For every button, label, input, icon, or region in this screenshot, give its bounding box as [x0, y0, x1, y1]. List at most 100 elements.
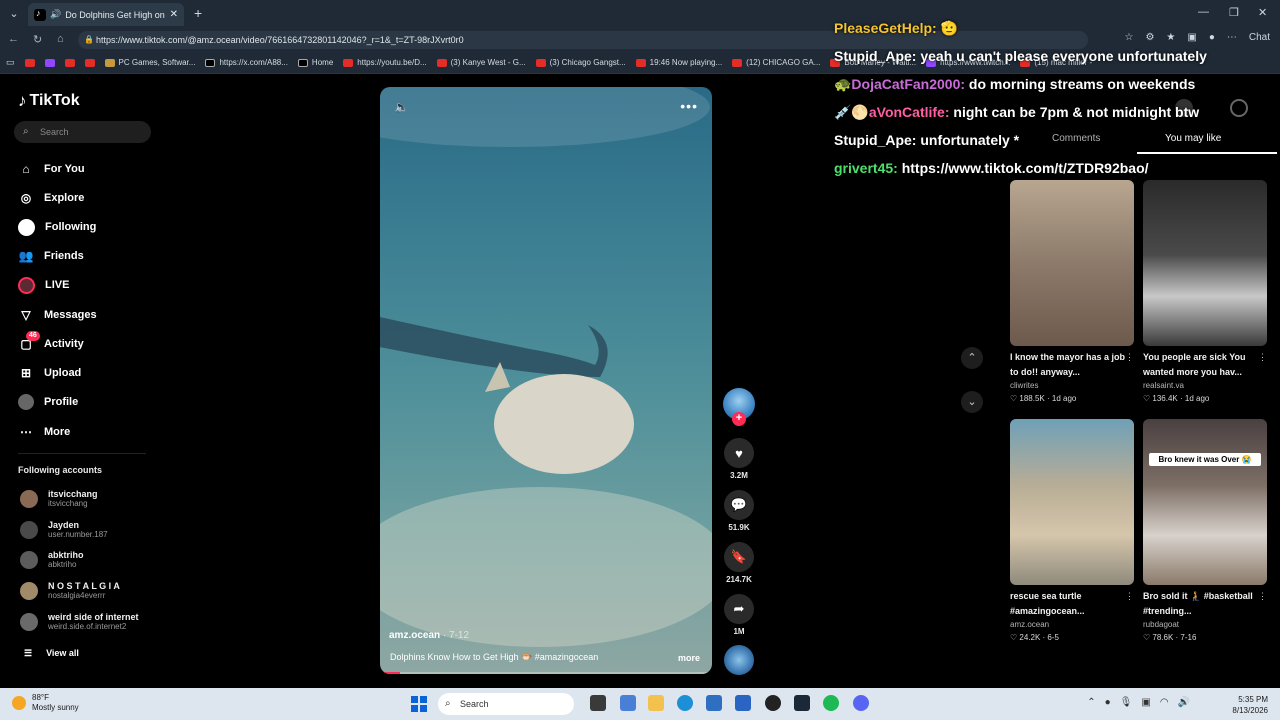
- mic-icon[interactable]: 🎙: [1120, 697, 1133, 708]
- refresh-icon[interactable]: ↻: [33, 33, 42, 46]
- bookmark-item[interactable]: (12) CHICAGO GA...: [732, 58, 820, 67]
- bookmark-item[interactable]: https://x.com/A88...: [205, 58, 288, 67]
- video-player[interactable]: 🔈 ••• amz.ocean · 7-12 Dolphins Know How…: [380, 87, 712, 674]
- home-icon[interactable]: ⌂: [57, 33, 64, 45]
- edge-browser-icon[interactable]: [677, 695, 693, 711]
- recommended-video[interactable]: You people are sick You wanted more you …: [1143, 180, 1267, 406]
- file-explorer-icon[interactable]: [648, 695, 664, 711]
- caption-more-button[interactable]: more: [678, 653, 700, 663]
- steam-app-icon[interactable]: [794, 695, 810, 711]
- bookmark-item[interactable]: (3) Chicago Gangst...: [535, 58, 626, 67]
- recommended-user[interactable]: cliwrites: [1010, 380, 1134, 392]
- video-progress-bar[interactable]: [380, 672, 712, 674]
- recommended-title[interactable]: You people are sick You wanted more you …: [1143, 350, 1267, 380]
- account-handle: itsvicchang: [48, 499, 88, 508]
- chat-message: Stupid_Ape: yeah u can't please everyone…: [834, 42, 1280, 70]
- tray-overflow-icon[interactable]: ⌃: [1087, 697, 1095, 708]
- video-thumbnail[interactable]: Bro knew it was Over 😭: [1143, 419, 1267, 585]
- kebab-menu-icon[interactable]: ⋮: [1258, 352, 1267, 363]
- kebab-menu-icon[interactable]: ⋮: [1125, 352, 1134, 363]
- photos-app-icon[interactable]: [620, 695, 636, 711]
- close-tab-icon[interactable]: ✕: [170, 9, 178, 20]
- heart-icon[interactable]: ♥: [724, 438, 754, 468]
- kebab-menu-icon[interactable]: ⋮: [1125, 591, 1134, 602]
- recommended-video[interactable]: rescue sea turtle #amazingocean... amz.oc…: [1010, 419, 1134, 645]
- video-author-line[interactable]: amz.ocean · 7-12: [389, 630, 469, 641]
- chat-username: PleaseGetHelp:: [834, 20, 937, 36]
- recommended-title[interactable]: Bro sold it 🧎 #basketball #trending...: [1143, 589, 1267, 619]
- taskbar-clock[interactable]: 5:35 PM 8/13/2026: [1232, 694, 1268, 716]
- account-handle: nostalgia4everrr: [48, 591, 106, 600]
- wifi-icon[interactable]: ◠: [1160, 697, 1169, 708]
- kebab-menu-icon[interactable]: ⋮: [1258, 591, 1267, 602]
- bookmark-item[interactable]: PC Games, Softwar...: [104, 58, 195, 67]
- volume-icon[interactable]: 🔈: [394, 100, 409, 114]
- recommended-title[interactable]: I know the mayor has a job to do!! anywa…: [1010, 350, 1134, 380]
- view-all-button[interactable]: ☰ View all: [24, 648, 79, 659]
- sidebar-item-for-you[interactable]: ⌂ For You: [18, 159, 84, 179]
- tray-app2-icon[interactable]: ▣: [1141, 697, 1150, 708]
- windows-start-icon[interactable]: [411, 696, 427, 712]
- video-thumbnail[interactable]: [1143, 180, 1267, 346]
- bookmark-item[interactable]: [24, 58, 35, 67]
- follow-plus-icon[interactable]: +: [732, 412, 746, 426]
- recommended-video[interactable]: I know the mayor has a job to do!! anywa…: [1010, 180, 1134, 406]
- following-account[interactable]: Jayden user.number.187: [20, 520, 108, 539]
- tab-actions-icon[interactable]: ⌄: [6, 6, 22, 22]
- store-app-icon[interactable]: [706, 695, 722, 711]
- weather-widget[interactable]: 88°F Mostly sunny: [12, 693, 79, 713]
- recommended-title[interactable]: rescue sea turtle #amazingocean...: [1010, 589, 1134, 619]
- video-thumbnail[interactable]: [1010, 419, 1134, 585]
- share-icon[interactable]: ➦: [724, 594, 754, 624]
- speaker-icon[interactable]: 🔊: [1178, 697, 1190, 708]
- music-disc-icon[interactable]: [724, 645, 754, 675]
- following-account[interactable]: weird side of internet weird.side.of.inte…: [20, 612, 139, 631]
- spotify-app-icon[interactable]: [823, 695, 839, 711]
- recommended-video[interactable]: Bro knew it was Over 😭 Bro sold it 🧎 #bas…: [1143, 419, 1267, 645]
- recommended-user[interactable]: amz.ocean: [1010, 619, 1134, 631]
- following-account[interactable]: N O S T A L G I Anostalgia4everrr: [20, 581, 120, 600]
- audio-playing-icon[interactable]: 🔊: [50, 9, 61, 20]
- browser-tab[interactable]: 🔊 Do Dolphins Get High on Puf ✕: [28, 3, 184, 26]
- following-account[interactable]: itsvicchang itsvicchang: [20, 489, 98, 508]
- sidebar-item-profile[interactable]: Profile: [18, 392, 78, 412]
- recommended-user[interactable]: realsaint.va: [1143, 380, 1267, 392]
- discord-app-icon[interactable]: [853, 695, 869, 711]
- following-account[interactable]: abktriho abktriho: [20, 550, 84, 569]
- bookmark-item[interactable]: [84, 58, 95, 67]
- video-thumbnail[interactable]: [1010, 180, 1134, 346]
- mail-app-icon[interactable]: [735, 695, 751, 711]
- recommended-user[interactable]: rubdagoat: [1143, 619, 1267, 631]
- sidebar-item-following[interactable]: Following: [18, 217, 96, 237]
- sidebar-item-explore[interactable]: ◎ Explore: [18, 188, 85, 208]
- tray-app-icon[interactable]: ●: [1105, 697, 1111, 708]
- bookmark-item[interactable]: (3) Kanye West - G...: [436, 58, 526, 67]
- next-video-icon[interactable]: ⌄: [961, 391, 983, 413]
- sidebar-item-friends[interactable]: 👥 Friends: [18, 246, 84, 266]
- obs-app-icon[interactable]: [765, 695, 781, 711]
- bookmark-item[interactable]: 19:46 Now playing...: [635, 58, 722, 67]
- video-options-icon[interactable]: •••: [680, 98, 698, 114]
- back-icon[interactable]: ←: [8, 33, 19, 45]
- bookmark-item[interactable]: https://youtu.be/D...: [343, 58, 427, 67]
- video-author[interactable]: amz.ocean: [389, 630, 440, 641]
- sidebar-item-live[interactable]: LIVE: [18, 275, 69, 295]
- avatar: [20, 489, 38, 508]
- task-view-icon[interactable]: [590, 695, 606, 711]
- new-tab-icon[interactable]: +: [194, 5, 202, 21]
- sidebar-item-upload[interactable]: ⊞ Upload: [18, 363, 81, 383]
- bookmark-icon[interactable]: 🔖: [724, 542, 754, 572]
- previous-video-icon[interactable]: ⌃: [961, 347, 983, 369]
- bookmark-item[interactable]: Home: [297, 58, 333, 67]
- comment-icon[interactable]: 💬: [724, 490, 754, 520]
- bookmark-item[interactable]: [64, 58, 75, 67]
- search-input[interactable]: ⌕ Search: [14, 121, 151, 143]
- bookmark-item[interactable]: [44, 58, 55, 67]
- taskbar-search[interactable]: ⌕ Search: [438, 693, 574, 715]
- share-count: 1M: [733, 627, 745, 636]
- sidebar-item-activity[interactable]: ▢ 46 Activity: [18, 331, 84, 354]
- sidebar-item-more[interactable]: ⋯ More: [18, 422, 70, 442]
- bookmark-apps-icon[interactable]: ▭: [6, 57, 15, 68]
- sidebar-item-messages[interactable]: ▽ Messages: [18, 305, 96, 325]
- tiktok-logo[interactable]: ♪ TikTok: [18, 91, 80, 111]
